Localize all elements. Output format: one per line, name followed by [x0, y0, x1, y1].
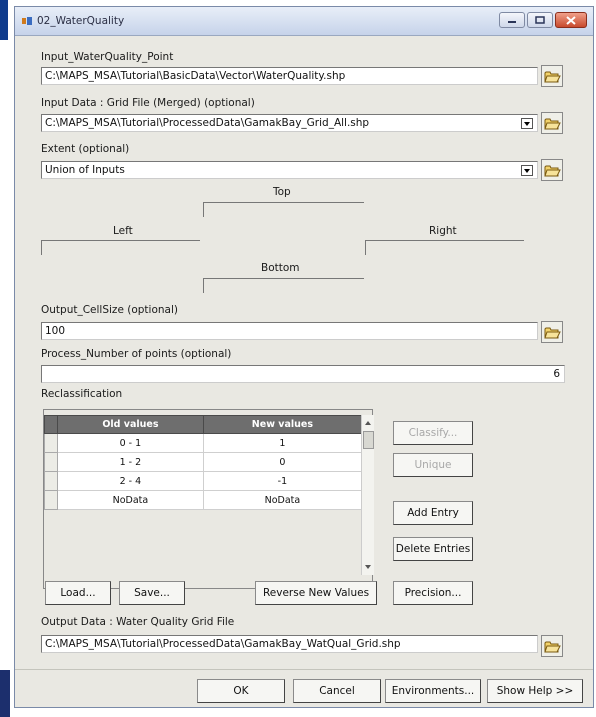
tool-icon	[22, 17, 32, 25]
table-row[interactable]: 0 - 1 1	[44, 433, 363, 453]
extent-right-label: Right	[429, 225, 457, 237]
precision-button[interactable]: Precision...	[393, 581, 473, 605]
open-folder-icon	[544, 118, 561, 130]
window-title: 02_WaterQuality	[37, 15, 125, 27]
new-value-cell[interactable]: NoData	[203, 490, 363, 510]
browse-input-point-button[interactable]	[541, 65, 563, 87]
table-row[interactable]: NoData NoData	[44, 490, 363, 510]
row-selector[interactable]	[44, 471, 58, 491]
tool-dialog: 02_WaterQuality Input_WaterQuality_Point…	[14, 6, 594, 708]
extent-label: Extent (optional)	[41, 143, 130, 155]
output-field[interactable]: C:\MAPS_MSA\Tutorial\ProcessedData\Gamak…	[41, 635, 538, 653]
cellsize-label: Output_CellSize (optional)	[41, 304, 178, 316]
extent-bottom-field[interactable]	[203, 278, 364, 293]
scroll-up-icon[interactable]	[362, 417, 374, 429]
reverse-new-values-button[interactable]: Reverse New Values	[255, 581, 377, 605]
row-selector[interactable]	[44, 490, 58, 510]
row-selector[interactable]	[44, 433, 58, 453]
extent-top-label: Top	[273, 186, 291, 198]
environments-button[interactable]: Environments...	[385, 679, 481, 703]
column-header-old-values[interactable]: Old values	[57, 415, 204, 434]
cancel-button[interactable]: Cancel	[293, 679, 381, 703]
table-row[interactable]: 2 - 4 -1	[44, 471, 363, 491]
desktop-edge-bottom	[0, 670, 10, 717]
points-label: Process_Number of points (optional)	[41, 348, 232, 360]
extent-left-label: Left	[113, 225, 133, 237]
reclassification-table-frame: Old values New values 0 - 1 1 1 - 2 0 2	[43, 409, 373, 589]
browse-extent-button[interactable]	[541, 159, 563, 181]
chevron-down-icon[interactable]	[521, 118, 533, 129]
browse-input-grid-button[interactable]	[541, 112, 563, 134]
points-field[interactable]: 6	[41, 365, 565, 383]
extent-value: Union of Inputs	[45, 164, 125, 176]
extent-right-field[interactable]	[365, 240, 524, 255]
reclassification-label: Reclassification	[41, 388, 123, 400]
output-label: Output Data : Water Quality Grid File	[41, 616, 235, 628]
title-bar[interactable]: 02_WaterQuality	[15, 7, 593, 36]
close-icon	[566, 15, 576, 25]
old-value-cell[interactable]: 0 - 1	[57, 433, 204, 453]
extent-top-field[interactable]	[203, 202, 364, 217]
extent-dropdown[interactable]: Union of Inputs	[41, 161, 538, 179]
browse-cellsize-button[interactable]	[541, 321, 563, 343]
chevron-down-icon[interactable]	[521, 165, 533, 176]
extent-left-field[interactable]	[41, 240, 200, 255]
footer-divider	[15, 669, 593, 670]
old-value-cell[interactable]: 2 - 4	[57, 471, 204, 491]
open-folder-icon	[544, 165, 561, 177]
open-folder-icon	[544, 327, 561, 339]
reclassification-table[interactable]: Old values New values 0 - 1 1 1 - 2 0 2	[44, 415, 363, 510]
table-row[interactable]: 1 - 2 0	[44, 452, 363, 472]
input-point-label: Input_WaterQuality_Point	[41, 51, 174, 63]
load-button[interactable]: Load...	[45, 581, 111, 605]
new-value-cell[interactable]: -1	[203, 471, 363, 491]
open-folder-icon	[544, 71, 561, 83]
scroll-down-icon[interactable]	[362, 561, 374, 573]
old-value-cell[interactable]: NoData	[57, 490, 204, 510]
old-value-cell[interactable]: 1 - 2	[57, 452, 204, 472]
extent-bottom-label: Bottom	[261, 262, 300, 274]
table-scrollbar[interactable]	[361, 415, 374, 575]
cellsize-field[interactable]: 100	[41, 322, 538, 340]
maximize-button[interactable]	[527, 12, 553, 28]
new-value-cell[interactable]: 0	[203, 452, 363, 472]
scrollbar-thumb[interactable]	[363, 431, 374, 449]
save-button[interactable]: Save...	[119, 581, 185, 605]
classify-button[interactable]: Classify...	[393, 421, 473, 445]
minimize-icon	[508, 21, 516, 23]
add-entry-button[interactable]: Add Entry	[393, 501, 473, 525]
open-folder-icon	[544, 641, 561, 653]
input-grid-dropdown[interactable]: C:\MAPS_MSA\Tutorial\ProcessedData\Gamak…	[41, 114, 538, 132]
close-button[interactable]	[555, 12, 587, 28]
new-value-cell[interactable]: 1	[203, 433, 363, 453]
ok-button[interactable]: OK	[197, 679, 285, 703]
input-point-field[interactable]: C:\MAPS_MSA\Tutorial\BasicData\Vector\Wa…	[41, 67, 538, 85]
delete-entries-button[interactable]: Delete Entries	[393, 537, 473, 561]
browse-output-button[interactable]	[541, 635, 563, 657]
show-help-button[interactable]: Show Help >>	[487, 679, 583, 703]
unique-button[interactable]: Unique	[393, 453, 473, 477]
input-grid-label: Input Data : Grid File (Merged) (optiona…	[41, 97, 255, 109]
row-selector[interactable]	[44, 452, 58, 472]
input-grid-value: C:\MAPS_MSA\Tutorial\ProcessedData\Gamak…	[45, 117, 370, 129]
minimize-button[interactable]	[499, 12, 525, 28]
maximize-icon	[535, 16, 545, 24]
column-header-new-values[interactable]: New values	[202, 415, 363, 434]
desktop-edge-top	[0, 0, 8, 40]
